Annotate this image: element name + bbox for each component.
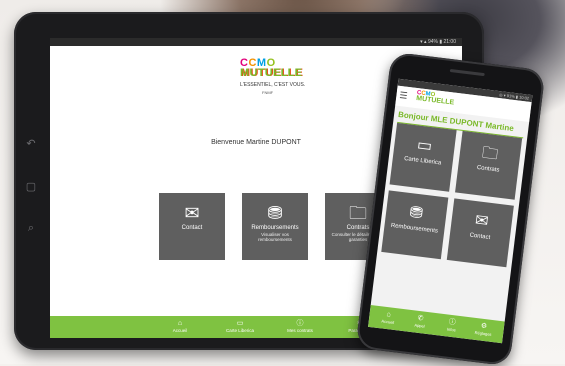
nav-appel[interactable]: ✆ Appel	[406, 313, 434, 330]
search-icon: ⌕	[27, 222, 35, 234]
nav-reglages[interactable]: ⚙ Réglages	[470, 320, 498, 337]
tile-contact[interactable]: ✉ Contact	[159, 193, 225, 260]
phone-speaker	[449, 68, 485, 77]
nav-infos[interactable]: ⓘ Infos	[438, 316, 466, 333]
logo-tagline: L'ESSENTIEL, C'EST VOUS.	[240, 82, 306, 88]
nav-carte[interactable]: ▭ Carte Liberica	[210, 319, 270, 333]
back-icon: ↶	[26, 138, 36, 150]
info-icon: ⓘ	[296, 320, 304, 327]
tile-contact[interactable]: ✉ Contact	[446, 198, 514, 268]
card-icon: ▭	[236, 320, 244, 327]
phone-logo: CCMO MUTUELLE	[415, 90, 455, 107]
status-bar: ▾ ▴ 94% ▮ 21:00	[50, 38, 462, 46]
tile-remboursements[interactable]: ⛃ Remboursements	[381, 190, 449, 260]
tile-contrats[interactable]: 🗀 Contrats	[455, 130, 523, 200]
nav-accueil[interactable]: ⌂ Accueil	[150, 319, 210, 333]
phone-bottom-nav: ⌂ Accueil ✆ Appel ⓘ Infos ⚙ Réglages	[368, 304, 505, 344]
menu-icon[interactable]: ☰	[399, 90, 408, 101]
envelope-icon: ✉	[184, 203, 200, 223]
tile-carte[interactable]: ▭ Carte Liberica	[389, 122, 457, 192]
home-square-icon: ▢	[25, 181, 37, 193]
phone-screen: ◎ ▾ 91% ▮ 10:02 ☰ CCMO MUTUELLE Bonjour …	[368, 78, 533, 344]
coins-icon: ⛃	[267, 203, 283, 223]
nav-accueil[interactable]: ⌂ Accueil	[375, 309, 403, 326]
tile-remboursements[interactable]: ⛃ Remboursements Visualiser vos rembours…	[242, 193, 308, 260]
logo-mutuelle: MUTUELLE	[240, 67, 303, 79]
partner-logo: FNMF	[262, 90, 274, 95]
home-icon: ⌂	[177, 320, 183, 327]
app-logo: CCMO MUTUELLE L'ESSENTIEL, C'EST VOUS. F…	[240, 58, 310, 96]
nav-contrats[interactable]: ⓘ Mes contrats	[270, 319, 330, 333]
